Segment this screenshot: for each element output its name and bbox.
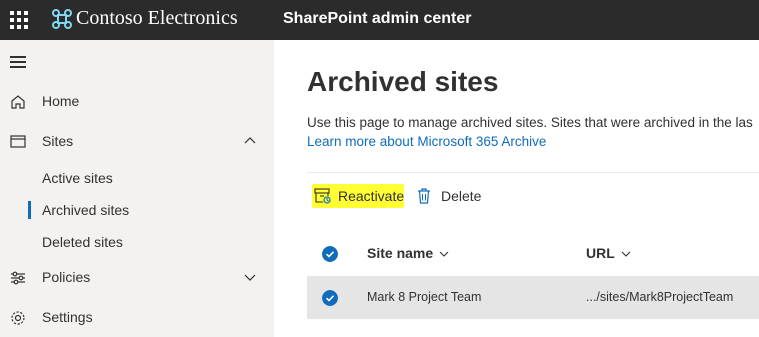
page-title: Archived sites — [307, 66, 499, 97]
sub-label-archived-sites: Archived sites — [42, 202, 130, 218]
selected-indicator — [28, 201, 31, 219]
cell-site-name[interactable]: Mark 8 Project Team — [367, 290, 481, 304]
nav-item-home[interactable]: Home — [0, 85, 274, 119]
nav-item-settings[interactable]: Settings — [0, 301, 274, 335]
page-description: Use this page to manage archived sites. … — [307, 115, 753, 130]
row-checkbox[interactable] — [322, 290, 338, 306]
app-launcher-icon[interactable] — [8, 9, 30, 31]
gear-icon — [11, 311, 25, 325]
delete-label: Delete — [441, 188, 482, 204]
nav-label-home: Home — [42, 93, 80, 109]
brand-name[interactable]: Contoso Electronics — [76, 7, 238, 30]
trash-icon — [418, 188, 430, 204]
hamburger-menu-icon[interactable] — [10, 56, 26, 68]
nav-item-sites[interactable]: Sites — [0, 125, 274, 159]
nav-label-settings: Settings — [42, 309, 93, 325]
cell-url: .../sites/Mark8ProjectTeam — [586, 290, 734, 304]
sub-label-active-sites: Active sites — [42, 170, 113, 186]
reactivate-button[interactable]: Reactivate — [312, 184, 404, 208]
divider — [307, 172, 759, 173]
sidebar-item-archived-sites[interactable]: Archived sites — [0, 196, 274, 224]
chevron-down-icon — [439, 251, 449, 258]
learn-more-link[interactable]: Learn more about Microsoft 365 Archive — [307, 134, 546, 149]
column-header-url[interactable]: URL — [586, 245, 631, 261]
nav-label-sites: Sites — [42, 133, 74, 149]
suite-header: Contoso Electronics SharePoint admin cen… — [0, 0, 759, 40]
table-header-row: Site name URL — [307, 236, 759, 272]
reactivate-label: Reactivate — [338, 188, 405, 204]
sites-icon — [10, 135, 26, 148]
sub-label-deleted-sites: Deleted sites — [42, 234, 123, 250]
select-all-checkbox[interactable] — [322, 246, 338, 262]
reactivate-icon — [314, 188, 331, 204]
nav-label-policies: Policies — [42, 269, 91, 285]
main-content: Archived sites Use this page to manage a… — [274, 40, 759, 337]
policies-icon — [11, 271, 25, 285]
sidebar-item-active-sites[interactable]: Active sites — [0, 164, 274, 192]
delete-button[interactable]: Delete — [416, 184, 486, 208]
sidebar-item-deleted-sites[interactable]: Deleted sites — [0, 228, 274, 256]
nav-item-policies[interactable]: Policies — [0, 261, 274, 295]
left-navigation: Home Sites Active sites Archived sites D… — [0, 40, 274, 337]
column-header-site-name-label: Site name — [367, 245, 434, 261]
column-header-site-name[interactable]: Site name — [367, 245, 449, 261]
chevron-down-icon[interactable] — [243, 270, 257, 284]
column-header-url-label: URL — [586, 245, 615, 261]
app-name[interactable]: SharePoint admin center — [283, 10, 472, 28]
chevron-down-icon — [621, 251, 631, 258]
contoso-logo-icon — [52, 9, 72, 29]
chevron-up-icon[interactable] — [243, 134, 257, 148]
table-row[interactable]: Mark 8 Project Team .../sites/Mark8Proje… — [307, 276, 759, 319]
home-icon — [11, 95, 25, 109]
